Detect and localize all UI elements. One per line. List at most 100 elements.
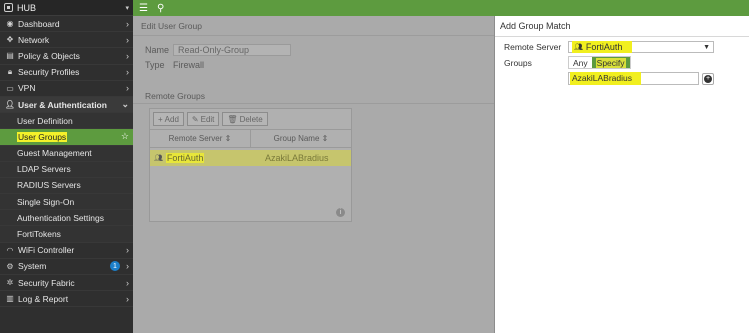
sidebar-item-label: Security Profiles — [18, 67, 80, 78]
group-name-value: AzakiLABradius — [570, 72, 642, 85]
remote-server-select[interactable]: 👥︎ FortiAuth ▼ — [568, 41, 714, 53]
sidebar-item-label: WiFi Controller — [18, 245, 75, 256]
sidebar-item-log-report[interactable]: ▥ Log & Report › — [0, 291, 133, 308]
sidebar-item-dashboard[interactable]: ◉ Dashboard › — [0, 16, 133, 33]
sidebar-item-label: RADIUS Servers — [17, 180, 81, 191]
top-bar: ☰ ⚲ — [133, 0, 749, 16]
type-value: Firewall — [173, 59, 205, 70]
remote-server-label: Remote Server — [504, 42, 562, 52]
sidebar-subitem-fortitokens[interactable]: FortiTokens — [0, 226, 133, 243]
sidebar-item-security-fabric[interactable]: ✲ Security Fabric › — [0, 275, 133, 292]
dropdown-arrow-icon: ▼ — [703, 43, 710, 51]
sort-icon: ⇕ — [321, 134, 329, 143]
sidebar-subitem-guest-management[interactable]: Guest Management — [0, 145, 133, 162]
add-group-button[interactable]: + — [702, 72, 714, 85]
sidebar-subitem-authentication-settings[interactable]: Authentication Settings — [0, 210, 133, 227]
sidebar-item-vpn[interactable]: ▭ VPN › — [0, 81, 133, 97]
sidebar-item-system[interactable]: ⚙ System 1 › — [0, 259, 133, 275]
toggle-any[interactable]: Any — [569, 57, 592, 68]
delete-button-label: Delete — [239, 114, 263, 124]
remote-server-row: Remote Server 👥︎ FortiAuth ▼ — [504, 41, 714, 53]
sidebar-item-security-profiles[interactable]: 🔒︎ Security Profiles › — [0, 65, 133, 81]
groups-mode-toggle: Any Specify — [568, 56, 631, 69]
column-header-group-name[interactable]: Group Name ⇕ — [251, 130, 351, 147]
chevron-right-icon: › — [126, 261, 129, 272]
sidebar-item-label: VPN — [18, 83, 36, 94]
wifi-icon: ◠ — [6, 245, 14, 255]
delete-button[interactable]: 🗑︎ Delete — [222, 112, 268, 126]
pencil-icon: ✎ — [191, 114, 199, 124]
sidebar-item-network[interactable]: ✥ Network › — [0, 32, 133, 49]
remote-groups-table: + Add ✎ Edit 🗑︎ Delete Remote Server ⇕ Grou… — [149, 108, 352, 222]
chart-icon: ▥ — [6, 294, 14, 304]
add-button-label: Add — [164, 114, 179, 124]
page-title: Edit User Group — [133, 16, 494, 36]
vpn-icon: ▭ — [6, 83, 14, 93]
sidebar-subitem-radius-servers[interactable]: RADIUS Servers — [0, 177, 133, 195]
add-button[interactable]: + Add — [153, 112, 184, 126]
sidebar-subitem-user-definition[interactable]: User Definition — [0, 113, 133, 130]
type-label: Type — [145, 59, 165, 70]
chevron-down-icon: ▾ — [125, 4, 129, 12]
add-group-match-panel: Add Group Match Remote Server 👥︎ FortiAut… — [494, 16, 749, 333]
panel-title: Add Group Match — [495, 16, 749, 37]
star-icon[interactable]: ☆ — [121, 131, 129, 142]
notification-badge: 1 — [110, 261, 120, 272]
groups-row: Groups Any Specify — [504, 56, 631, 69]
column-header-label: Remote Server — [168, 134, 223, 143]
device-name: HUB — [17, 2, 37, 13]
remote-groups-title: Remote Groups — [133, 88, 494, 104]
search-icon[interactable]: ⚲ — [157, 3, 164, 14]
name-row: Name Read-Only-Group — [133, 42, 494, 57]
user-group-icon: 👥︎ — [154, 155, 163, 162]
sidebar-item-label: Log & Report — [18, 293, 69, 304]
group-name-input[interactable]: AzakiLABradius — [568, 72, 699, 85]
sidebar-item-wifi-controller[interactable]: ◠ WiFi Controller › — [0, 243, 133, 259]
name-label: Name — [145, 44, 170, 55]
dashboard-icon: ◉ — [6, 19, 14, 29]
sidebar-item-label: User Groups — [17, 131, 68, 142]
sidebar-item-label: LDAP Servers — [17, 164, 71, 175]
sidebar-item-label: Network — [18, 34, 50, 45]
plus-circle-icon: + — [704, 74, 712, 83]
sidebar-item-label: User & Authentication — [18, 99, 107, 110]
chevron-down-icon: ⌄ — [121, 99, 129, 110]
chevron-right-icon: › — [126, 83, 129, 94]
fabric-icon: ✲ — [6, 278, 14, 288]
sort-icon: ⇕ — [224, 134, 232, 143]
fortigate-logo-icon — [4, 3, 13, 12]
sidebar-subitem-ldap-servers[interactable]: LDAP Servers — [0, 161, 133, 178]
plus-icon: + — [158, 114, 163, 124]
chevron-right-icon: › — [126, 277, 129, 288]
type-row: Type Firewall — [133, 57, 494, 72]
sidebar-subitem-single-sign-on[interactable]: Single Sign-On — [0, 194, 133, 211]
chevron-right-icon: › — [126, 50, 129, 61]
toggle-specify[interactable]: Specify — [591, 57, 630, 68]
sidebar-item-label: Policy & Objects — [18, 50, 80, 61]
chevron-right-icon: › — [126, 245, 129, 256]
lock-icon: 🔒︎ — [7, 67, 13, 77]
device-selector[interactable]: HUB ▾ — [0, 0, 133, 16]
sidebar-item-label: Authentication Settings — [17, 212, 104, 223]
sidebar: HUB ▾ ◉ Dashboard › ✥ Network › ▤ Policy… — [0, 0, 133, 333]
groups-label: Groups — [504, 57, 532, 68]
cell-remote-server: FortiAuth — [165, 153, 205, 163]
edit-button[interactable]: ✎ Edit — [186, 112, 220, 126]
gear-icon: ⚙ — [6, 261, 14, 271]
info-icon[interactable]: i — [336, 208, 345, 217]
column-header-remote-server[interactable]: Remote Server ⇕ — [150, 130, 251, 147]
sidebar-subitem-user-groups[interactable]: User Groups ☆ — [0, 129, 133, 146]
sidebar-item-user-authentication[interactable]: 👤︎ User & Authentication ⌄ — [0, 96, 133, 114]
main-content: Edit User Group Name Read-Only-Group Typ… — [133, 16, 494, 333]
sidebar-item-label: Guest Management — [17, 148, 92, 159]
table-row[interactable]: 👥︎ FortiAuth AzakiLABradius — [150, 150, 351, 166]
policy-icon: ▤ — [6, 51, 14, 61]
sidebar-item-label: System — [18, 261, 47, 272]
cell-group-name: AzakiLABradius — [265, 153, 329, 163]
chevron-right-icon: › — [126, 18, 129, 29]
table-toolbar: + Add ✎ Edit 🗑︎ Delete — [150, 109, 351, 130]
sidebar-item-policy-objects[interactable]: ▤ Policy & Objects › — [0, 48, 133, 65]
chevron-right-icon: › — [126, 293, 129, 304]
hamburger-menu-icon[interactable]: ☰ — [139, 3, 148, 14]
name-input[interactable]: Read-Only-Group — [173, 43, 291, 56]
